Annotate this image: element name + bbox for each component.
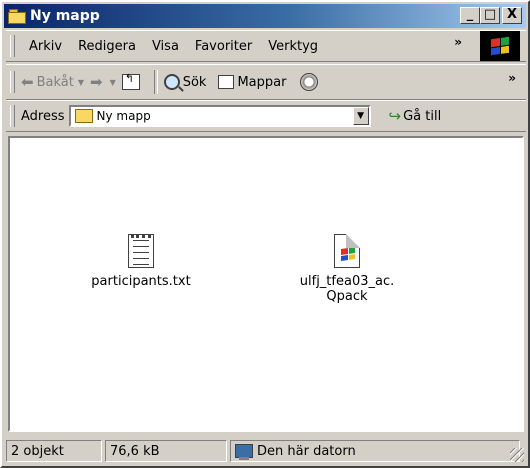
chevron-down-icon[interactable]: ▼	[352, 107, 369, 125]
standard-toolbar: ⬅ Bakåt ▼ ➡ ▼ Sök Mappar »	[6, 64, 526, 100]
up-folder-icon[interactable]	[121, 72, 140, 90]
status-size: 76,6 kB	[105, 440, 227, 462]
search-icon	[163, 74, 180, 90]
forward-button[interactable]: ➡ ▼	[90, 73, 116, 91]
search-label: Sök	[182, 74, 207, 90]
address-label: Adress	[21, 108, 65, 124]
toolbar-grip[interactable]	[10, 71, 15, 93]
folders-icon	[218, 75, 235, 89]
status-object-count: 2 objekt	[6, 440, 102, 462]
menu-chevron[interactable]: »	[454, 35, 462, 49]
toolbar-grip[interactable]	[10, 35, 15, 57]
history-button[interactable]	[300, 73, 319, 91]
go-button[interactable]: ↪ Gå till	[389, 107, 442, 125]
address-field[interactable]: Ny mapp ▼	[68, 105, 371, 127]
status-location-label: Den här datorn	[257, 443, 356, 459]
menu-bar: Arkiv Redigera Visa Favoriter Verktyg »	[6, 30, 526, 62]
menu-verktyg[interactable]: Verktyg	[260, 39, 326, 54]
address-value: Ny mapp	[96, 109, 151, 123]
folder-icon	[74, 109, 93, 123]
folder-icon	[8, 9, 26, 24]
back-label: Bakåt	[36, 74, 74, 90]
menu-favoriter[interactable]: Favoriter	[187, 39, 260, 54]
resize-grip[interactable]	[510, 448, 524, 462]
maximize-button[interactable]: □	[480, 7, 500, 24]
minimize-button[interactable]: _	[460, 7, 480, 24]
address-bar: Adress Ny mapp ▼ ↪ Gå till	[6, 100, 526, 132]
folders-label: Mappar	[237, 74, 287, 90]
chevron-down-icon[interactable]: ▼	[110, 78, 116, 87]
menu-redigera[interactable]: Redigera	[70, 39, 144, 54]
menu-arkiv[interactable]: Arkiv	[21, 39, 70, 54]
text-file-icon	[128, 234, 154, 268]
menu-visa[interactable]: Visa	[144, 39, 187, 54]
go-arrow-icon: ↪	[388, 107, 402, 125]
file-list-view[interactable]: participants.txt ulfj_tfea03_ac. Qpack	[8, 136, 524, 432]
file-item-participants[interactable]: participants.txt	[76, 234, 206, 289]
status-bar: 2 objekt 76,6 kB Den här datorn	[6, 438, 528, 464]
toolbar-grip[interactable]	[10, 105, 15, 127]
file-name-line1: ulfj_tfea03_ac.	[299, 274, 395, 289]
go-label: Gå till	[403, 108, 442, 124]
search-button[interactable]: Sök	[163, 74, 207, 90]
status-location: Den här datorn	[230, 440, 520, 462]
qpack-file-icon	[334, 234, 360, 268]
back-arrow-icon: ⬅	[21, 73, 34, 91]
file-name-line2: Qpack	[326, 289, 368, 304]
toolbar-chevron[interactable]: »	[508, 71, 516, 85]
separator	[153, 70, 158, 94]
close-button[interactable]: X	[502, 7, 522, 24]
file-item-qpack[interactable]: ulfj_tfea03_ac. Qpack	[282, 234, 412, 304]
history-icon	[300, 73, 319, 91]
title-bar[interactable]: Ny mapp _ □ X	[4, 4, 526, 28]
window-title: Ny mapp	[30, 8, 100, 24]
explorer-window: Ny mapp _ □ X Arkiv Redigera Visa Favori…	[0, 0, 530, 468]
forward-arrow-icon: ➡	[89, 73, 103, 91]
file-name: participants.txt	[91, 274, 191, 289]
computer-icon	[235, 444, 253, 460]
folders-button[interactable]: Mappar	[218, 75, 286, 90]
windows-logo-icon	[480, 31, 520, 61]
back-button[interactable]: ⬅ Bakåt ▼	[21, 73, 84, 91]
chevron-down-icon[interactable]: ▼	[78, 78, 84, 87]
